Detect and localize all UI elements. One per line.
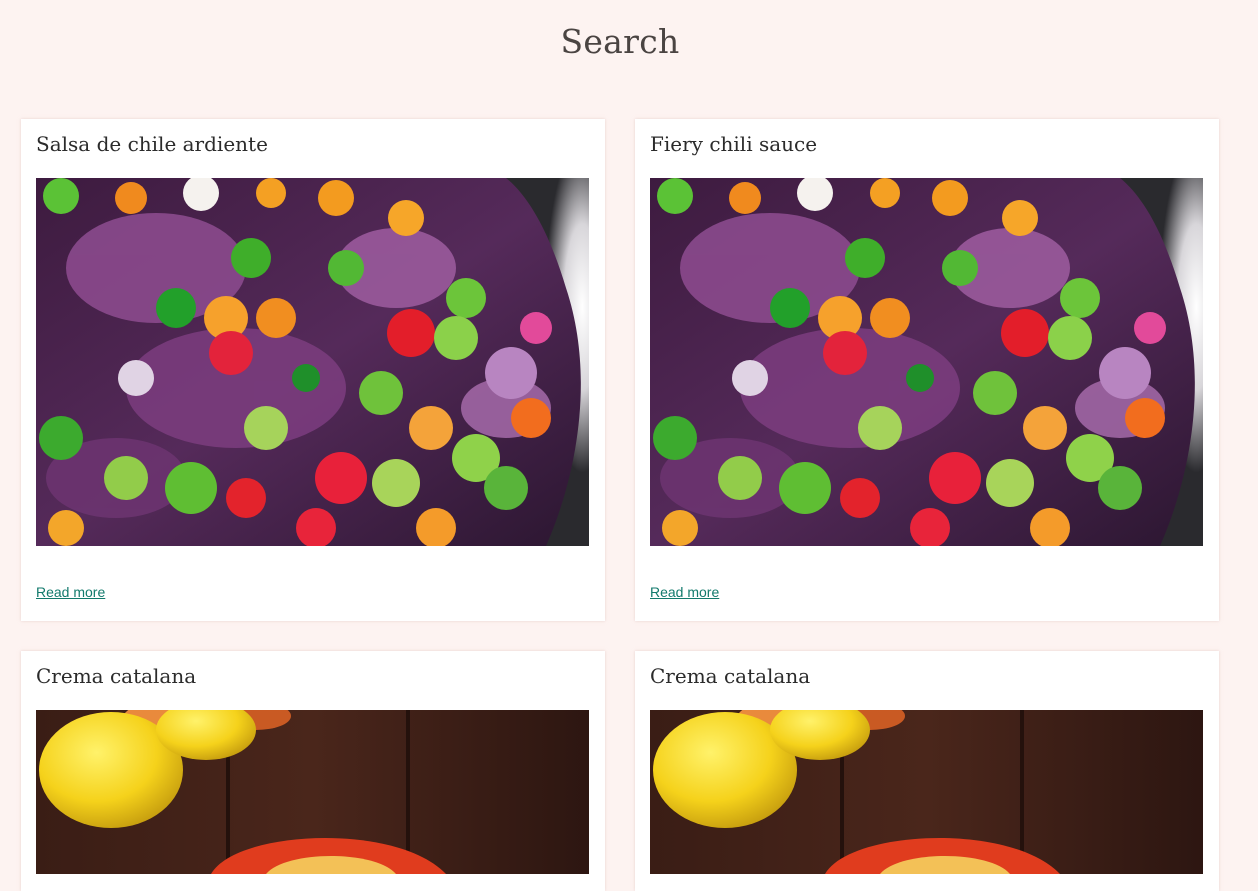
chili-peppers-image [36,178,589,546]
result-card: Fiery chili sauce Read more [635,119,1219,621]
result-card: Salsa de chile ardiente Read more [21,119,605,621]
result-image[interactable] [650,710,1203,874]
result-image[interactable] [650,178,1203,546]
chili-peppers-image [650,178,1203,546]
result-title[interactable]: Crema catalana [650,664,810,688]
page-title: Search [560,22,680,61]
crema-catalana-image [650,710,1203,874]
result-image[interactable] [36,710,589,874]
read-more-link[interactable]: Read more [36,584,105,600]
result-title[interactable]: Crema catalana [36,664,196,688]
result-card: Crema catalana [635,651,1219,891]
result-card: Crema catalana [21,651,605,891]
result-image[interactable] [36,178,589,546]
read-more-link[interactable]: Read more [650,584,719,600]
result-title[interactable]: Salsa de chile ardiente [36,132,268,156]
crema-catalana-image [36,710,589,874]
result-title[interactable]: Fiery chili sauce [650,132,817,156]
